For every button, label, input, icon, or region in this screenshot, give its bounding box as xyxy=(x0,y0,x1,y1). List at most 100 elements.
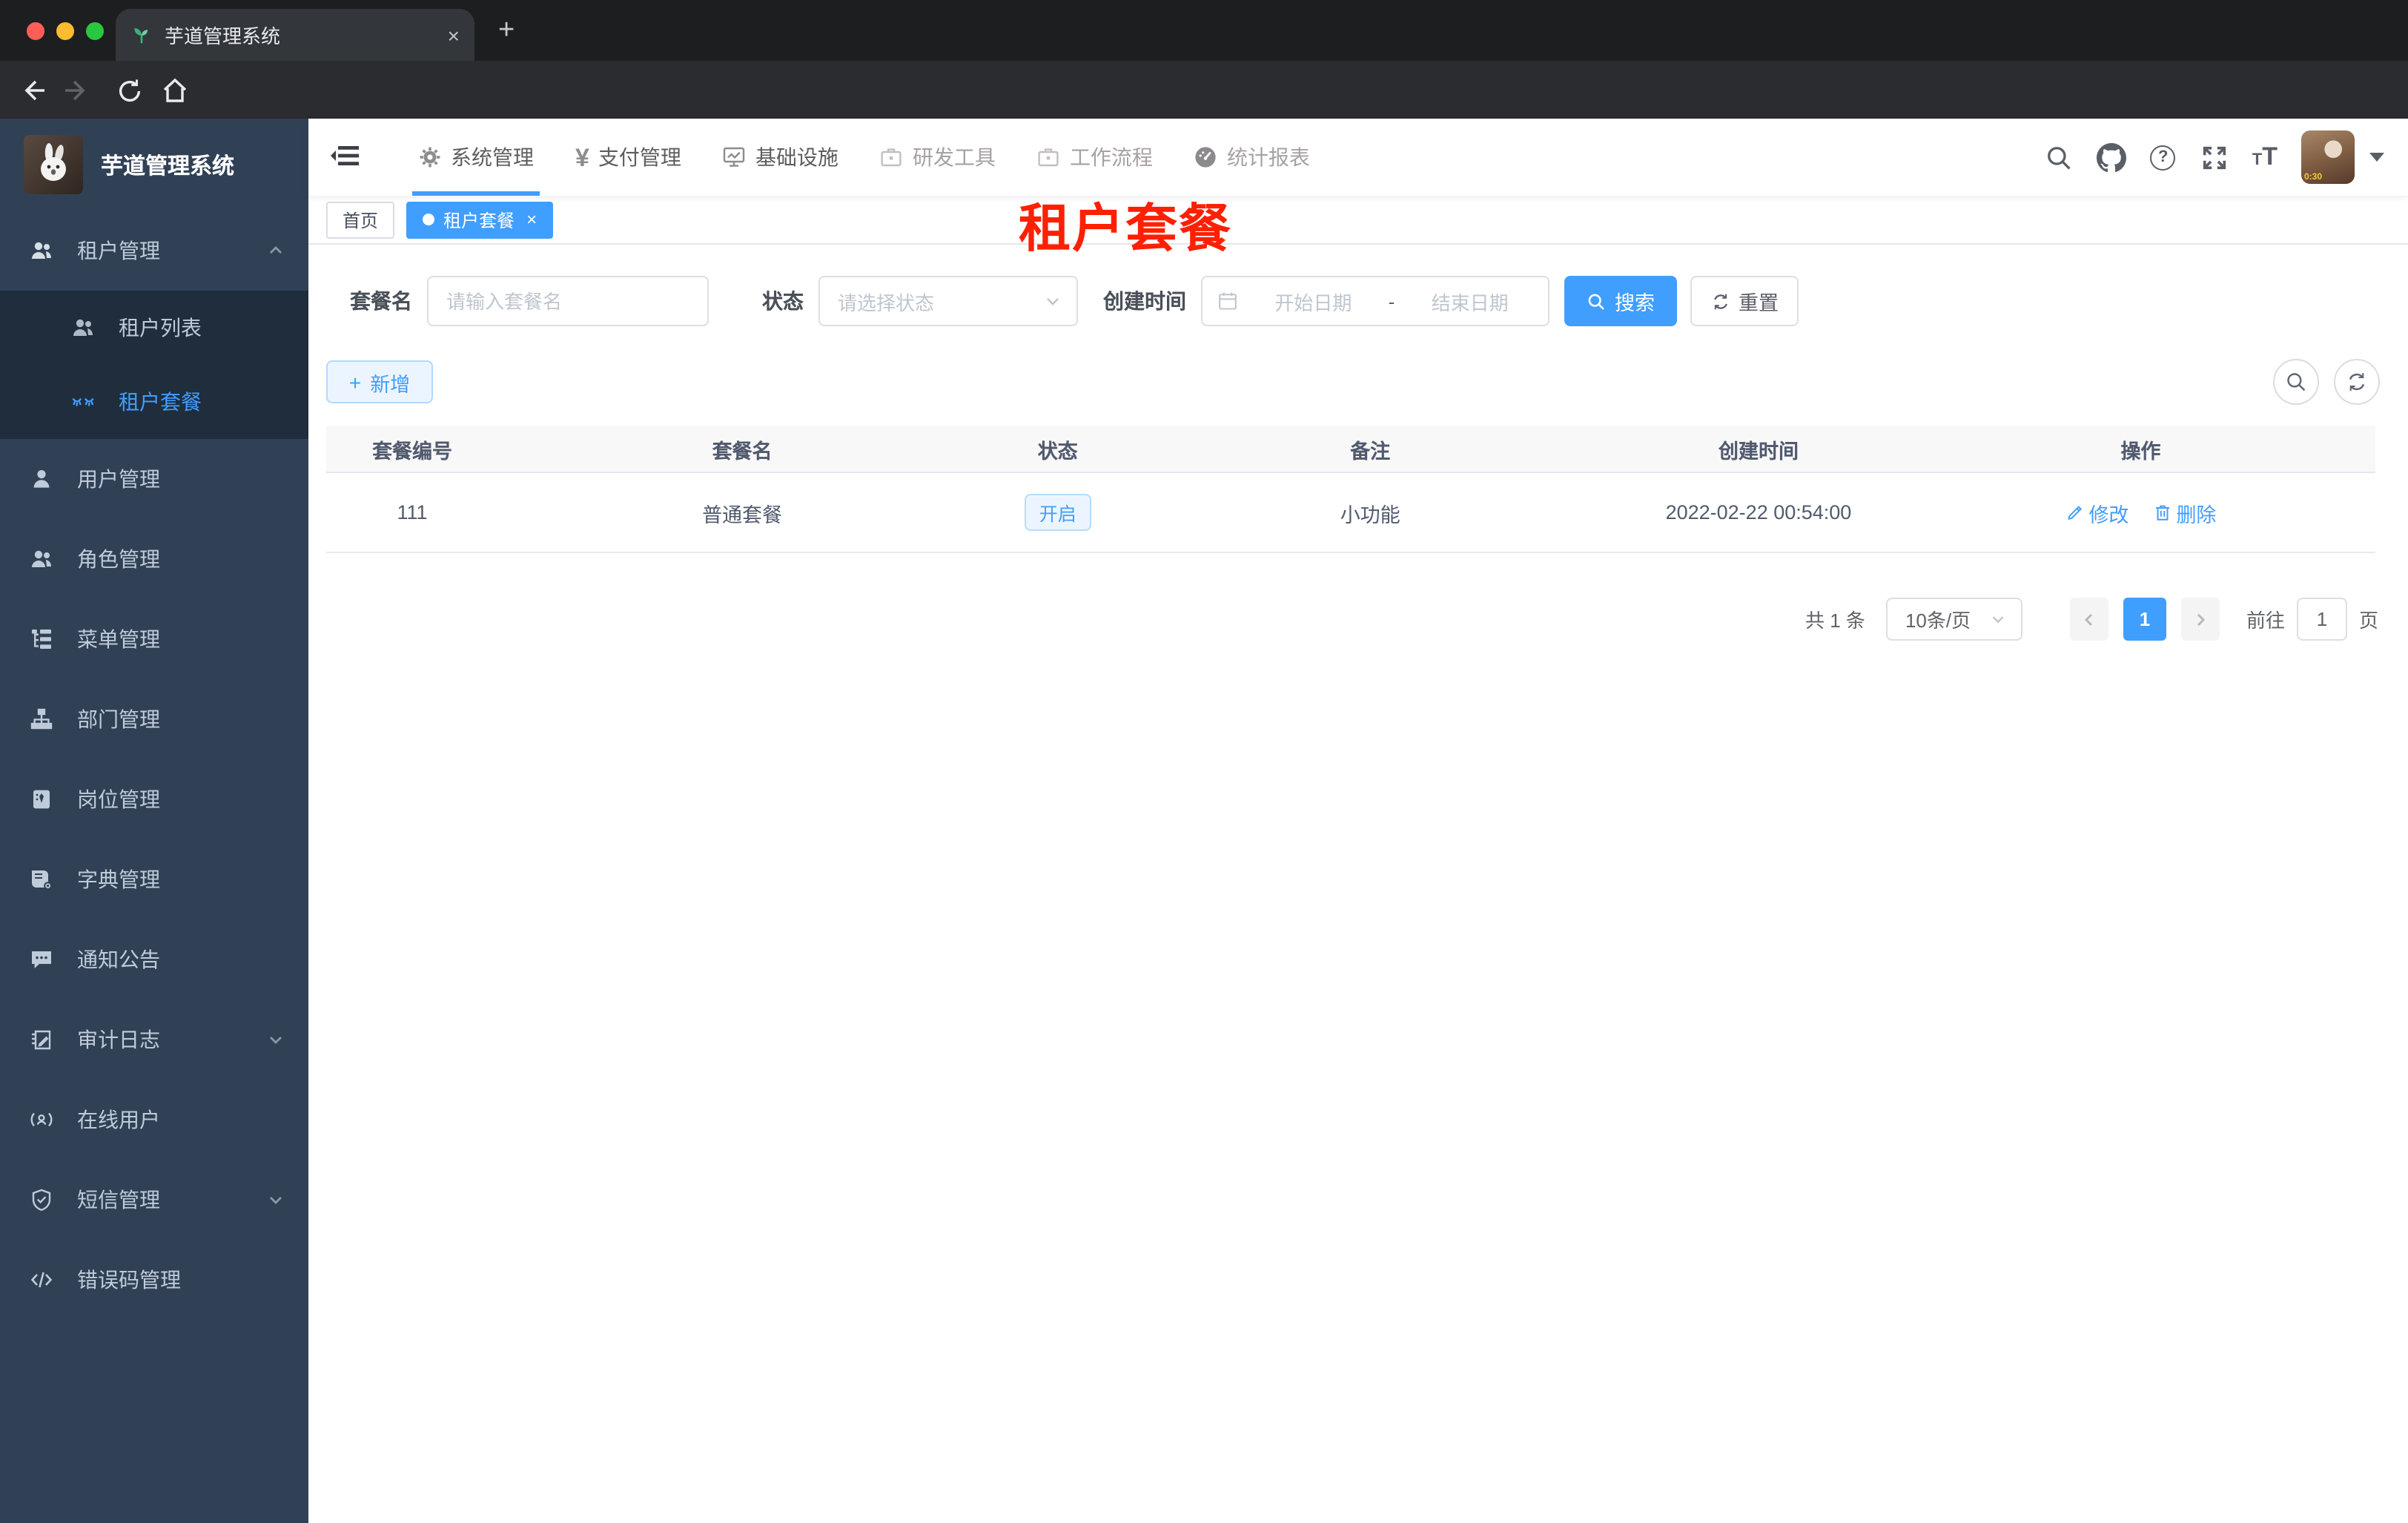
code-icon xyxy=(30,1272,53,1288)
sidebar-item-audit-log[interactable]: 审计日志 xyxy=(0,1000,308,1080)
sidebar-item-online-users[interactable]: 在线用户 xyxy=(0,1080,308,1160)
add-button[interactable]: + 新增 xyxy=(326,360,433,403)
sidebar-item-post-management[interactable]: 岗位管理 xyxy=(0,759,308,839)
sidebar-item-tenant-package[interactable]: 租户套餐 xyxy=(0,365,308,439)
user-avatar[interactable]: 0:30 xyxy=(2301,131,2355,184)
sidebar-item-menu-management[interactable]: 菜单管理 xyxy=(0,599,308,679)
delete-link[interactable]: 删除 xyxy=(2152,498,2216,527)
sidebar-item-user-management[interactable]: 用户管理 xyxy=(0,439,308,519)
reset-button[interactable]: 重置 xyxy=(1690,276,1799,326)
page-number-button[interactable]: 1 xyxy=(2123,598,2166,641)
dashboard-icon xyxy=(1196,147,1217,168)
reload-button[interactable] xyxy=(113,74,145,107)
sidebar-item-sms-management[interactable]: 短信管理 xyxy=(0,1160,308,1240)
app-root: 芋道管理系统 租户管理 租户列表 租户套餐 用户管理 角色管理 菜单管理 部门管… xyxy=(0,119,2408,1523)
goto-unit: 页 xyxy=(2358,609,2378,632)
goto-page-input[interactable] xyxy=(2298,599,2346,639)
tag-home[interactable]: 首页 xyxy=(326,201,395,238)
new-tab-button[interactable]: + xyxy=(498,15,515,47)
package-name-input[interactable] xyxy=(429,277,707,325)
sidebar-fold-icon[interactable] xyxy=(329,139,365,175)
topnav-item-system[interactable]: 系统管理 xyxy=(397,119,555,196)
briefcase-icon xyxy=(1039,148,1059,167)
app-title: 芋道管理系统 xyxy=(101,153,235,179)
end-date-placeholder[interactable]: 结束日期 xyxy=(1406,287,1533,315)
add-button-label: 新增 xyxy=(370,373,411,395)
shield-check-icon xyxy=(32,1189,51,1212)
table-row[interactable]: 111 普通套餐 开启 小功能 2022-02-22 00:54:00 修改 删… xyxy=(326,473,2375,553)
pagination: 共 1 条 10条/页 1 前往 1 页 xyxy=(308,598,2378,641)
chevron-down-icon xyxy=(270,1197,282,1204)
start-date-placeholder[interactable]: 开始日期 xyxy=(1250,287,1377,315)
topnav-item-workflow[interactable]: 工作流程 xyxy=(1016,119,1174,196)
column-header: 操作 xyxy=(2120,440,2161,462)
home-button[interactable] xyxy=(159,74,191,107)
refresh-table-button[interactable] xyxy=(2334,359,2380,405)
sidebar-item-notice-announcement[interactable]: 通知公告 xyxy=(0,919,308,1000)
avatar-caret-down-icon[interactable] xyxy=(2369,153,2384,162)
sidebar-item-label: 短信管理 xyxy=(77,1188,160,1212)
sidebar-item-error-code-management[interactable]: 错误码管理 xyxy=(0,1240,308,1320)
cell-status: 开启 xyxy=(986,494,1129,531)
prev-page-button[interactable] xyxy=(2069,598,2108,641)
tag-tenant-package[interactable]: 租户套餐 × xyxy=(406,201,554,238)
search-button-label: 搜索 xyxy=(1615,292,1655,314)
sidebar-item-department-management[interactable]: 部门管理 xyxy=(0,679,308,759)
fullscreen-icon[interactable] xyxy=(2200,142,2230,172)
briefcase-icon xyxy=(882,148,902,167)
topnav-item-dev-tools[interactable]: 研发工具 xyxy=(859,119,1016,196)
pagination-total: 共 1 条 xyxy=(1805,609,1865,632)
chevron-right-icon xyxy=(2197,612,2206,626)
topnav-item-infrastructure[interactable]: 基础设施 xyxy=(702,119,859,196)
date-separator: - xyxy=(1388,290,1395,312)
search-button[interactable]: 搜索 xyxy=(1564,276,1677,326)
tag-label: 租户套餐 xyxy=(443,210,515,231)
window-zoom-button[interactable] xyxy=(86,22,104,40)
tag-close-icon[interactable]: × xyxy=(526,209,537,230)
sidebar-item-label: 角色管理 xyxy=(77,547,160,571)
sidebar-item-label: 租户套餐 xyxy=(119,390,202,414)
main-area: 系统管理 ¥ 支付管理 基础设施 研发工具 工作流程 统计报表 ? T T 0:… xyxy=(308,119,2408,1523)
status-label: 状态 xyxy=(762,289,804,313)
forward-button[interactable] xyxy=(61,74,93,107)
menu-tree-icon xyxy=(32,630,51,649)
edit-link[interactable]: 修改 xyxy=(2065,498,2128,527)
gear-icon xyxy=(420,147,440,168)
sidebar-item-tenant-management[interactable]: 租户管理 xyxy=(0,211,308,291)
trash-icon xyxy=(2155,505,2169,521)
topnav-label: 支付管理 xyxy=(598,145,681,169)
sidebar-item-label: 租户管理 xyxy=(77,239,160,262)
app-header: 系统管理 ¥ 支付管理 基础设施 研发工具 工作流程 统计报表 ? T T 0:… xyxy=(308,119,2408,196)
sidebar-item-dictionary-management[interactable]: 字典管理 xyxy=(0,839,308,919)
fontsize-icon[interactable]: TT xyxy=(2252,142,2278,172)
topnav-label: 统计报表 xyxy=(1226,145,1310,169)
page-content: 套餐名 状态 请选择状态 创建时间 开始日期 - xyxy=(308,276,2408,641)
tags-bar: 首页 租户套餐 × xyxy=(308,196,2408,245)
topnav-item-payment[interactable]: ¥ 支付管理 xyxy=(555,119,702,196)
window-minimize-button[interactable] xyxy=(56,22,74,40)
yen-icon: ¥ xyxy=(575,143,589,171)
github-icon[interactable] xyxy=(2096,142,2126,172)
badge-icon xyxy=(33,790,50,809)
refresh-icon xyxy=(1713,293,1727,309)
edit-label: 修改 xyxy=(2088,503,2129,526)
browser-tab[interactable]: 芋道管理系统 × xyxy=(116,9,474,61)
tab-close-icon[interactable]: × xyxy=(448,24,460,45)
topnav-item-reports[interactable]: 统计报表 xyxy=(1174,119,1331,196)
page-size-select[interactable]: 10条/页 xyxy=(1885,598,2022,641)
search-icon[interactable] xyxy=(2045,142,2074,172)
help-icon[interactable]: ? xyxy=(2149,142,2178,172)
delete-label: 删除 xyxy=(2176,503,2217,526)
back-button[interactable] xyxy=(16,74,49,107)
search-icon xyxy=(2287,373,2306,392)
window-close-button[interactable] xyxy=(27,22,44,40)
sidebar-item-tenant-list[interactable]: 租户列表 xyxy=(0,291,308,365)
sidebar-item-role-management[interactable]: 角色管理 xyxy=(0,519,308,599)
date-range-picker[interactable]: 开始日期 - 结束日期 xyxy=(1201,276,1549,326)
sidebar-item-label: 菜单管理 xyxy=(77,627,160,651)
column-header: 套餐名 xyxy=(712,440,773,462)
next-page-button[interactable] xyxy=(2180,598,2220,641)
show-search-toggle-button[interactable] xyxy=(2273,359,2319,405)
status-select[interactable]: 请选择状态 xyxy=(818,276,1078,326)
sidebar-logo[interactable]: 芋道管理系统 xyxy=(0,119,308,211)
